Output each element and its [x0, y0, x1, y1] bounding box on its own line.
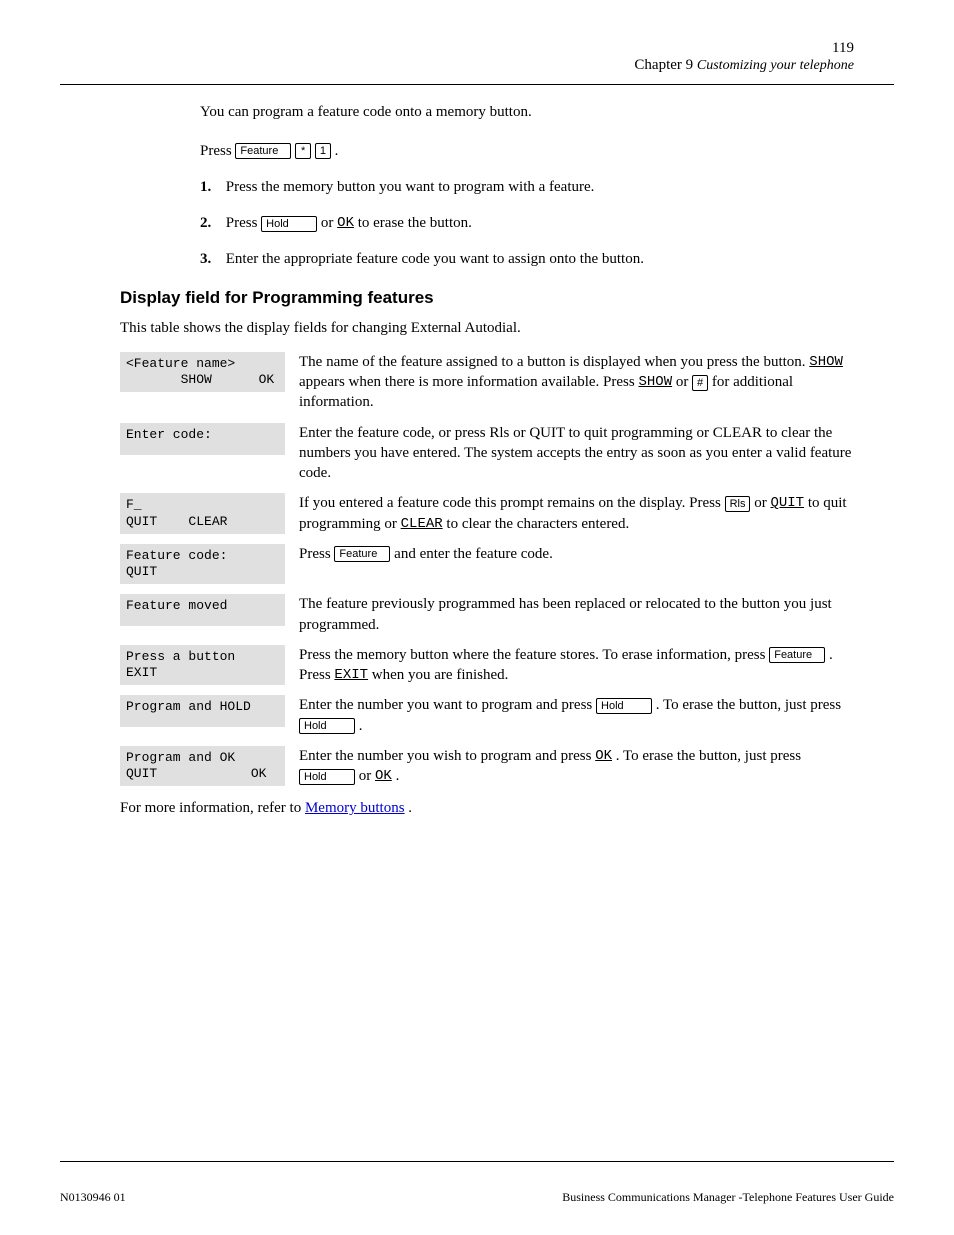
display-desc-4: Press Feature and enter the feature code…: [285, 544, 854, 564]
desc-4b: and enter the feature code.: [394, 546, 553, 562]
intro-step-text-b: .: [335, 143, 339, 159]
step-2-text-a: Press: [226, 215, 261, 231]
display-screen-3: F_ QUIT CLEAR: [120, 493, 285, 534]
desc-7c: .: [359, 718, 363, 734]
display-screen-2: Enter code:: [120, 423, 285, 455]
display-desc-2: Enter the feature code, or press Rls or …: [285, 423, 854, 484]
display-screen-6: Press a button EXIT: [120, 645, 285, 686]
star-key: *: [295, 143, 311, 159]
chapter-number: Chapter 9: [634, 57, 693, 73]
step-1-number: 1.: [200, 177, 222, 197]
step-2-text-b: or: [321, 215, 337, 231]
memory-buttons-link[interactable]: Memory buttons: [305, 800, 405, 816]
desc-8a: Enter the number you wish to program and…: [299, 748, 595, 764]
chapter-title: Customizing your telephone: [697, 58, 854, 73]
quit-softkey: QUIT: [770, 495, 804, 511]
feature-key-2: Feature: [334, 546, 390, 562]
desc-6b: .: [829, 647, 833, 663]
display-screen-1: <Feature name> SHOW OK: [120, 352, 285, 393]
more-info-a: For more information, refer to: [120, 800, 305, 816]
desc-3b: or: [754, 495, 770, 511]
hold-key: Hold: [261, 216, 317, 232]
display-screen-8: Program and OK QUIT OK: [120, 746, 285, 787]
intro-step-text-a: Press: [200, 143, 235, 159]
step-2-text-c: to erase the button.: [358, 215, 472, 231]
ok-softkey-2: OK: [595, 748, 612, 764]
desc-3a: If you entered a feature code this promp…: [299, 495, 725, 511]
display-row-1: <Feature name> SHOW OK The name of the f…: [120, 352, 854, 413]
step-3-number: 3.: [200, 249, 222, 269]
desc-8b: . To erase the button, just press: [616, 748, 801, 764]
desc-3d: to clear the characters entered.: [446, 516, 629, 532]
ok-softkey-3: OK: [375, 768, 392, 784]
display-screen-5: Feature moved: [120, 594, 285, 626]
one-key: 1: [315, 143, 331, 159]
desc-7b: . To erase the button, just press: [656, 697, 841, 713]
display-desc-7: Enter the number you want to program and…: [285, 695, 854, 736]
intro-sentence-1: You can program a feature code onto a me…: [200, 104, 532, 120]
display-row-2: Enter code: Enter the feature code, or p…: [120, 423, 854, 484]
feature-key-3: Feature: [769, 647, 825, 663]
desc-4a: Press: [299, 546, 334, 562]
step-1: 1. Press the memory button you want to p…: [200, 177, 834, 197]
desc-1c: or: [676, 374, 692, 390]
display-screen-7: Program and HOLD: [120, 695, 285, 727]
show-softkey: SHOW: [809, 354, 843, 370]
display-row-6: Press a button EXIT Press the memory but…: [120, 645, 854, 686]
feature-key: Feature: [235, 143, 291, 159]
show-softkey-2: SHOW: [638, 374, 672, 390]
ok-softkey: OK: [337, 215, 354, 231]
display-row-8: Program and OK QUIT OK Enter the number …: [120, 746, 854, 787]
display-desc-5: The feature previously programmed has be…: [285, 594, 854, 635]
page-number: 119: [832, 40, 854, 56]
display-row-5: Feature moved The feature previously pro…: [120, 594, 854, 635]
exit-softkey: EXIT: [334, 667, 368, 683]
display-row-4: Feature code: QUIT Press Feature and ent…: [120, 544, 854, 585]
display-desc-6: Press the memory button where the featur…: [285, 645, 854, 686]
header-rule: [60, 84, 894, 85]
page-footer: N0130946 01 Business Communications Mana…: [60, 1161, 894, 1205]
desc-6a: Press the memory button where the featur…: [299, 647, 769, 663]
display-screen-4: Feature code: QUIT: [120, 544, 285, 585]
subheading-desc: This table shows the display fields for …: [120, 318, 834, 338]
desc-1a: The name of the feature assigned to a bu…: [299, 354, 809, 370]
intro-step: Press Feature * 1 .: [200, 141, 834, 161]
desc-6c: Press: [299, 667, 334, 683]
footer-rule: [60, 1161, 894, 1162]
more-info-b: .: [408, 800, 412, 816]
step-1-text: Press the memory button you want to prog…: [226, 179, 595, 195]
hold-key-2: Hold: [596, 698, 652, 714]
hold-key-3: Hold: [299, 718, 355, 734]
display-desc-8: Enter the number you wish to program and…: [285, 746, 854, 787]
step-3-text: Enter the appropriate feature code you w…: [226, 251, 644, 267]
desc-6d: when you are finished.: [372, 667, 509, 683]
footer-left: N0130946 01: [60, 1190, 126, 1205]
display-row-7: Program and HOLD Enter the number you wa…: [120, 695, 854, 736]
desc-8c: or: [359, 768, 375, 784]
clear-softkey: CLEAR: [401, 516, 443, 532]
intro-paragraph: You can program a feature code onto a me…: [200, 103, 834, 123]
step-3: 3. Enter the appropriate feature code yo…: [200, 249, 834, 269]
desc-7a: Enter the number you want to program and…: [299, 697, 596, 713]
display-desc-3: If you entered a feature code this promp…: [285, 493, 854, 534]
hold-key-4: Hold: [299, 769, 355, 785]
hash-key: #: [692, 375, 708, 391]
rls-key: Rls: [725, 496, 751, 512]
step-2-number: 2.: [200, 213, 222, 233]
display-row-3: F_ QUIT CLEAR If you entered a feature c…: [120, 493, 854, 534]
subheading: Display field for Programming features: [120, 288, 894, 308]
more-info: For more information, refer to Memory bu…: [120, 798, 834, 818]
step-2: 2. Press Hold or OK to erase the button.: [200, 213, 834, 233]
footer-right: Business Communications Manager -Telepho…: [562, 1190, 894, 1205]
desc-8d: .: [396, 768, 400, 784]
display-desc-1: The name of the feature assigned to a bu…: [285, 352, 854, 413]
page-header: 119 Chapter 9 Customizing your telephone: [60, 40, 894, 74]
desc-1b: appears when there is more information a…: [299, 374, 638, 390]
